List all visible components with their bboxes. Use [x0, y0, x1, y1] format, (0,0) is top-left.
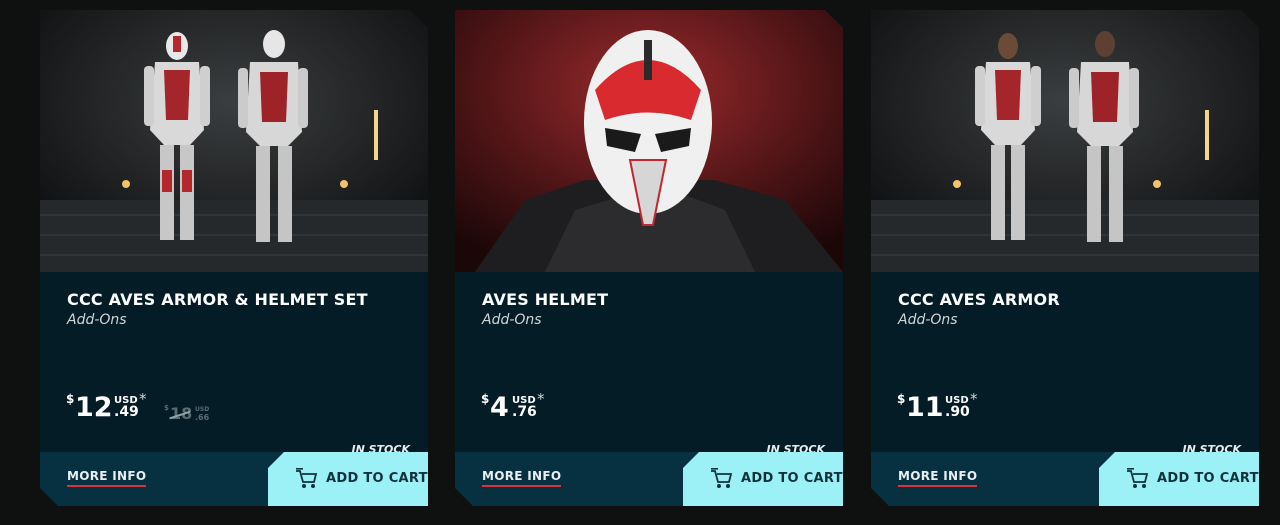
product-category: Add-Ons	[898, 312, 958, 328]
product-title[interactable]: AVES HELMET	[482, 290, 608, 309]
more-info-link[interactable]: MORE INFO	[898, 469, 977, 487]
add-to-cart-button[interactable]: ADD TO CART	[1099, 452, 1259, 506]
shopping-cart-icon	[295, 468, 319, 490]
price-integer: 12	[75, 392, 113, 423]
more-info-link[interactable]: MORE INFO	[67, 469, 146, 487]
product-title[interactable]: CCC AVES ARMOR	[898, 290, 1060, 309]
price-currency: $	[481, 392, 490, 406]
add-to-cart-label: ADD TO CART	[326, 471, 428, 486]
add-to-cart-button[interactable]: ADD TO CART	[268, 452, 428, 506]
original-price-currency: $	[164, 404, 169, 412]
product-info: CCC AVES ARMOR Add-Ons $ 11 USD * .90 IN…	[871, 272, 1259, 452]
product-image[interactable]	[455, 10, 843, 272]
price-asterisk: *	[139, 390, 147, 408]
shopping-cart-icon	[1126, 468, 1150, 490]
card-footer: MORE INFO ADD TO CART	[40, 452, 428, 506]
original-price-decimal: .66	[195, 413, 210, 422]
add-to-cart-label: ADD TO CART	[741, 471, 843, 486]
price-integer: 11	[906, 392, 944, 423]
price-currency: $	[897, 392, 906, 406]
product-card[interactable]: CCC AVES ARMOR Add-Ons $ 11 USD * .90 IN…	[871, 10, 1259, 506]
product-info: AVES HELMET Add-Ons $ 4 USD * .76 IN STO…	[455, 272, 843, 452]
product-category: Add-Ons	[482, 312, 542, 328]
price-decimal: .49	[114, 404, 139, 420]
card-footer: MORE INFO ADD TO CART	[455, 452, 843, 506]
add-to-cart-label: ADD TO CART	[1157, 471, 1259, 486]
product-category: Add-Ons	[67, 312, 127, 328]
add-to-cart-button[interactable]: ADD TO CART	[683, 452, 843, 506]
product-grid: CCC AVES ARMOR & HELMET SET Add-Ons $ 12…	[0, 0, 1280, 525]
product-image[interactable]	[40, 10, 428, 272]
product-card[interactable]: AVES HELMET Add-Ons $ 4 USD * .76 IN STO…	[455, 10, 843, 506]
more-info-link[interactable]: MORE INFO	[482, 469, 561, 487]
card-footer: MORE INFO ADD TO CART	[871, 452, 1259, 506]
price-currency: $	[66, 392, 75, 406]
price-asterisk: *	[970, 390, 978, 408]
shopping-cart-icon	[710, 468, 734, 490]
price-decimal: .76	[512, 404, 537, 420]
original-price-unit: USD	[195, 406, 210, 413]
product-image[interactable]	[871, 10, 1259, 272]
price-decimal: .90	[945, 404, 970, 420]
product-card[interactable]: CCC AVES ARMOR & HELMET SET Add-Ons $ 12…	[40, 10, 428, 506]
product-title[interactable]: CCC AVES ARMOR & HELMET SET	[67, 290, 368, 309]
price-asterisk: *	[537, 390, 545, 408]
product-info: CCC AVES ARMOR & HELMET SET Add-Ons $ 12…	[40, 272, 428, 452]
price-integer: 4	[490, 392, 509, 423]
